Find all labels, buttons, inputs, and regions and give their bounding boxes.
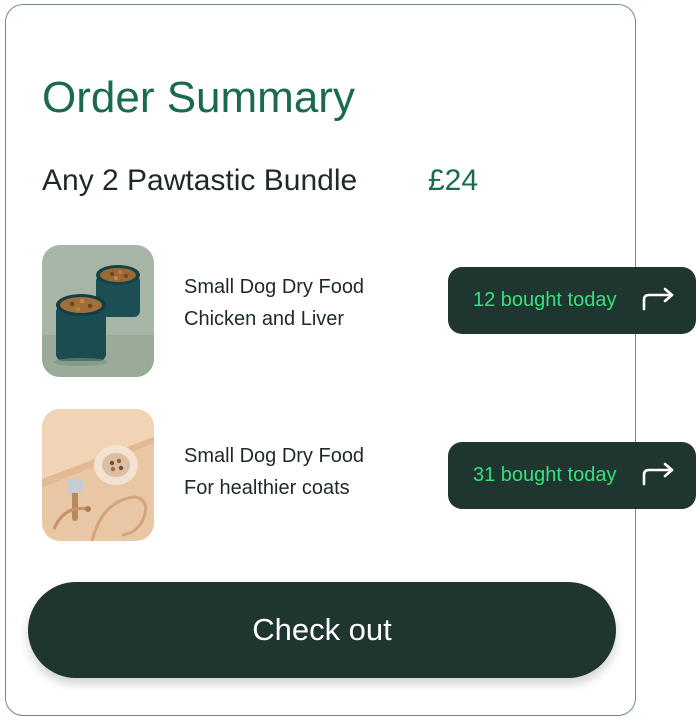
checkout-button[interactable]: Check out bbox=[28, 582, 616, 678]
page-title: Order Summary bbox=[42, 73, 355, 122]
item-2-name: Small Dog Dry Food bbox=[184, 445, 365, 467]
item-1-badge-label: 12 bought today bbox=[473, 289, 617, 311]
bundle-price: £24 bbox=[428, 164, 479, 197]
item-1-variant: Chicken and Liver bbox=[184, 308, 345, 330]
item-2-badge-label: 31 bought today bbox=[473, 464, 617, 486]
forward-arrow-icon bbox=[642, 287, 674, 311]
item-1-popularity-badge[interactable]: 12 bought today bbox=[448, 267, 696, 334]
dog-accessories-image bbox=[42, 409, 154, 541]
item-1-description: Small Dog Dry Food Chicken and Liver bbox=[184, 271, 364, 335]
item-2-description: Small Dog Dry Food For healthier coats bbox=[184, 440, 364, 504]
forward-arrow-icon bbox=[642, 462, 674, 486]
item-2-variant: For healthier coats bbox=[184, 477, 350, 499]
item-2-popularity-badge[interactable]: 31 bought today bbox=[448, 442, 696, 509]
item-1-name: Small Dog Dry Food bbox=[184, 276, 365, 298]
bundle-name: Any 2 Pawtastic Bundle bbox=[42, 164, 358, 197]
dog-food-bowls-image bbox=[42, 245, 154, 377]
